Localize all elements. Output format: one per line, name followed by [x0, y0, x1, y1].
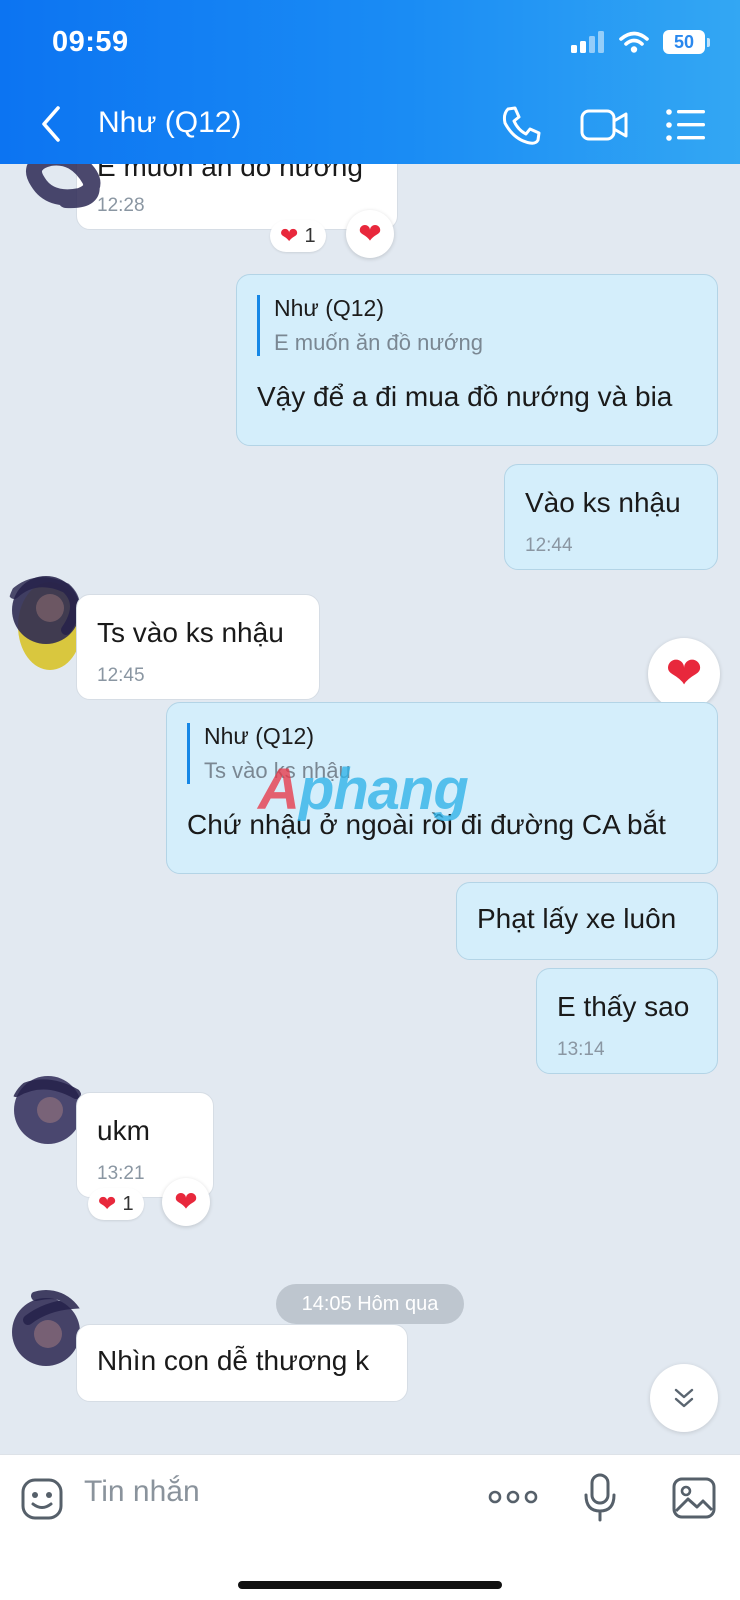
- quote-text: E muốn ăn đồ nướng: [274, 330, 483, 355]
- message-list[interactable]: E muốn ăn đồ nướng 12:28 ❤ 1 ❤ Như (Q12)…: [0, 124, 740, 1454]
- message-text: E thấy sao: [557, 991, 690, 1022]
- message-text: Ts vào ks nhậu: [97, 617, 284, 648]
- message-text: Chứ nhậu ở ngoài rồi đi đường CA bắt: [187, 809, 666, 840]
- wifi-icon: [619, 31, 649, 53]
- react-button[interactable]: ❤: [648, 638, 720, 710]
- video-camera-icon[interactable]: [580, 103, 630, 147]
- status-icons: 50: [571, 30, 710, 54]
- message-time: 12:44: [525, 535, 573, 556]
- home-indicator: [238, 1581, 502, 1589]
- battery-cap: [707, 37, 710, 47]
- message-text: ukm: [97, 1115, 150, 1146]
- heart-icon: ❤: [280, 223, 299, 248]
- date-separator: 14:05 Hôm qua: [276, 1284, 464, 1324]
- avatar[interactable]: [6, 564, 86, 674]
- signal-icon: [571, 31, 604, 53]
- more-icon[interactable]: [488, 1487, 538, 1507]
- reply-quote[interactable]: Như (Q12) Ts vào ks nhậu: [187, 723, 351, 784]
- phone-icon[interactable]: [498, 103, 544, 147]
- message-bubble-outgoing[interactable]: Như (Q12) Ts vào ks nhậu Chứ nhậu ở ngoà…: [166, 702, 718, 874]
- reaction-summary[interactable]: ❤ 1: [270, 220, 326, 252]
- react-button[interactable]: ❤: [346, 210, 394, 258]
- chevron-left-icon[interactable]: [34, 104, 68, 144]
- composer-bar: [0, 1454, 740, 1600]
- reaction-count: 1: [304, 224, 316, 247]
- message-bubble-incoming[interactable]: Nhìn con dễ thương k: [76, 1324, 408, 1402]
- quote-text: Ts vào ks nhậu: [204, 758, 351, 783]
- message-bubble-outgoing[interactable]: Như (Q12) E muốn ăn đồ nướng Vậy để a đi…: [236, 274, 718, 446]
- battery-level: 50: [663, 30, 705, 54]
- heart-icon: ❤: [98, 1191, 117, 1216]
- message-text: Vào ks nhậu: [525, 487, 681, 518]
- avatar[interactable]: [10, 1074, 86, 1150]
- status-time: 09:59: [52, 26, 129, 58]
- sticker-icon[interactable]: [20, 1477, 64, 1521]
- chat-title[interactable]: Như (Q12): [98, 106, 241, 140]
- reaction-count: 1: [122, 1192, 134, 1215]
- react-button[interactable]: ❤: [162, 1178, 210, 1226]
- reaction-summary[interactable]: ❤ 1: [88, 1188, 144, 1220]
- image-icon[interactable]: [672, 1477, 716, 1519]
- message-time: 13:21: [97, 1163, 145, 1184]
- quote-author: Như (Q12): [204, 723, 314, 749]
- list-icon[interactable]: [664, 103, 710, 147]
- message-time: 13:14: [557, 1039, 605, 1060]
- heart-icon: ❤: [174, 1186, 198, 1217]
- heart-icon: ❤: [358, 218, 382, 249]
- message-bubble-incoming[interactable]: Ts vào ks nhậu 12:45: [76, 594, 320, 700]
- double-chevron-down-icon: [674, 1388, 694, 1408]
- message-input[interactable]: [84, 1475, 464, 1509]
- avatar[interactable]: [6, 1290, 86, 1370]
- quote-author: Như (Q12): [274, 295, 384, 321]
- message-bubble-outgoing[interactable]: Vào ks nhậu 12:44: [504, 464, 718, 570]
- heart-icon: ❤: [665, 649, 703, 698]
- microphone-icon[interactable]: [584, 1473, 616, 1523]
- message-text: Vậy để a đi mua đồ nướng và bia: [257, 381, 673, 412]
- message-bubble-outgoing[interactable]: Phạt lấy xe luôn: [456, 882, 718, 960]
- message-time: 12:45: [97, 665, 145, 686]
- message-text: Nhìn con dễ thương k: [97, 1345, 370, 1376]
- reply-quote[interactable]: Như (Q12) E muốn ăn đồ nướng: [257, 295, 483, 356]
- chat-header: 09:59 50 Như (Q12): [0, 0, 740, 164]
- message-text: Phạt lấy xe luôn: [477, 903, 677, 934]
- scroll-to-bottom-button[interactable]: [650, 1364, 718, 1432]
- message-bubble-outgoing[interactable]: E thấy sao 13:14: [536, 968, 718, 1074]
- battery-indicator: 50: [663, 30, 710, 54]
